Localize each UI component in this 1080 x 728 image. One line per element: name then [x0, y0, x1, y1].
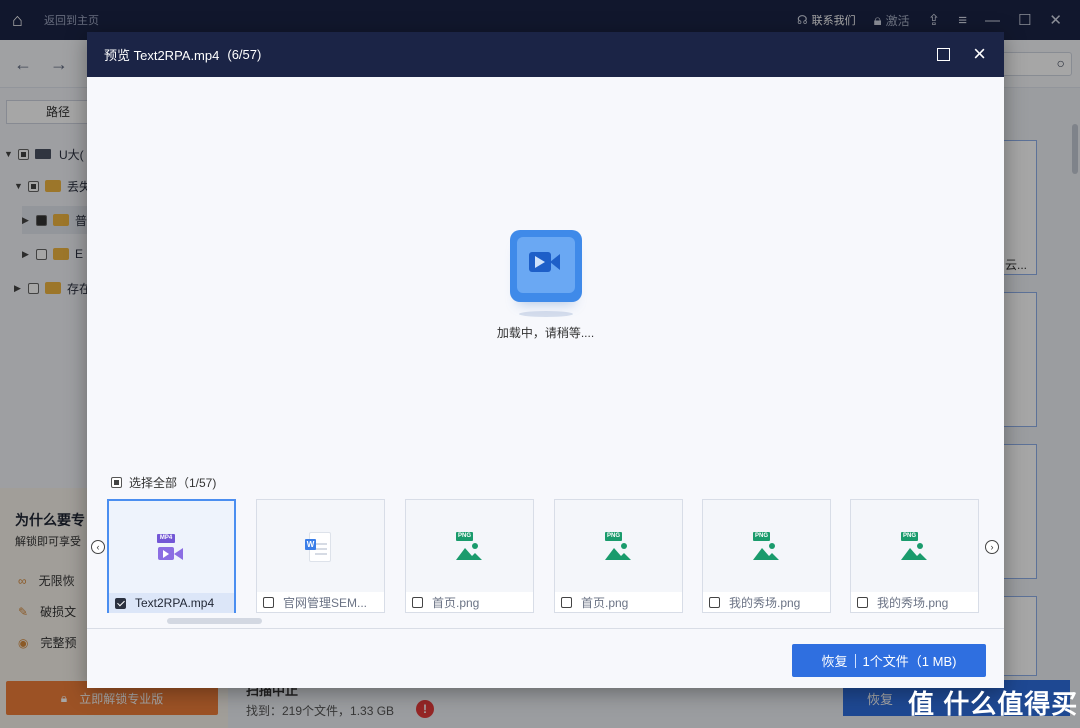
thumbnail-filename: 首页.png: [581, 595, 629, 610]
thumbnail-filename: 首页.png: [432, 595, 480, 610]
png-image-icon: PNG: [605, 532, 631, 560]
loading-text: 加载中，请稍等....: [496, 326, 595, 340]
thumbnail-preview[interactable]: W: [257, 500, 384, 592]
recover-detail: 1个文件（1 MB): [862, 654, 957, 669]
select-all-checkbox[interactable]: [111, 477, 122, 488]
footer-divider: [87, 628, 1004, 629]
button-separator: [854, 653, 856, 668]
select-all-control[interactable]: 选择全部（1/57): [111, 474, 216, 491]
thumbnail-card[interactable]: PNG 首页.png: [554, 499, 683, 613]
thumbnail-card[interactable]: W 官网管理SEM...: [256, 499, 385, 613]
thumbnail-card[interactable]: PNG 首页.png: [405, 499, 534, 613]
thumbnail-scrollbar[interactable]: [167, 618, 262, 624]
icon-shadow: [519, 311, 573, 317]
thumbnail-checkbox[interactable]: [709, 596, 720, 608]
thumbnail-preview[interactable]: PNG: [406, 500, 533, 592]
thumbnail-checkbox[interactable]: [561, 596, 572, 608]
dialog-title: 预览 Text2RPA.mp4: [104, 48, 220, 63]
recover-label: 恢复: [821, 654, 848, 669]
thumbnail-card[interactable]: MP4 Text2RPA.mp4: [107, 499, 236, 613]
site-watermark: 值 什么值得买: [908, 689, 1079, 719]
thumbnail-checkbox[interactable]: [263, 596, 274, 608]
thumbnail-filename: 官网管理SEM...: [283, 595, 368, 610]
prev-arrow-icon[interactable]: ‹: [91, 540, 105, 554]
recover-button[interactable]: 恢复 1个文件（1 MB): [792, 644, 986, 677]
thumbnail-preview[interactable]: PNG: [851, 500, 978, 592]
preview-dialog: 预览 Text2RPA.mp4 (6/57) × 加载中，请稍等.... 选择全…: [87, 32, 1004, 688]
thumbnail-filename: 我的秀场.png: [729, 595, 801, 610]
png-image-icon: PNG: [753, 532, 779, 560]
thumbnail-checkbox[interactable]: [115, 597, 126, 609]
maximize-icon[interactable]: [937, 48, 950, 61]
thumbnail-preview[interactable]: PNG: [555, 500, 682, 592]
select-all-label: 选择全部（1/57): [129, 476, 217, 490]
png-image-icon: PNG: [901, 532, 927, 560]
dialog-header: 预览 Text2RPA.mp4 (6/57) ×: [87, 32, 1004, 77]
close-icon[interactable]: ×: [973, 42, 986, 66]
mp4-file-icon: MP4: [157, 534, 185, 562]
png-image-icon: PNG: [456, 532, 482, 560]
thumbnail-card[interactable]: PNG 我的秀场.png: [850, 499, 979, 613]
next-arrow-icon[interactable]: ›: [985, 540, 999, 554]
thumbnail-preview[interactable]: PNG: [703, 500, 830, 592]
thumbnail-checkbox[interactable]: [857, 596, 868, 608]
thumbnail-card[interactable]: PNG 我的秀场.png: [702, 499, 831, 613]
thumbnail-checkbox[interactable]: [412, 596, 423, 608]
video-file-icon: [510, 230, 582, 302]
word-doc-icon: W: [305, 532, 335, 562]
dialog-title-count: (6/57): [227, 47, 262, 62]
thumbnail-preview[interactable]: MP4: [109, 501, 234, 593]
thumbnail-filename: 我的秀场.png: [877, 595, 949, 610]
thumbnail-filename: Text2RPA.mp4: [135, 596, 215, 610]
